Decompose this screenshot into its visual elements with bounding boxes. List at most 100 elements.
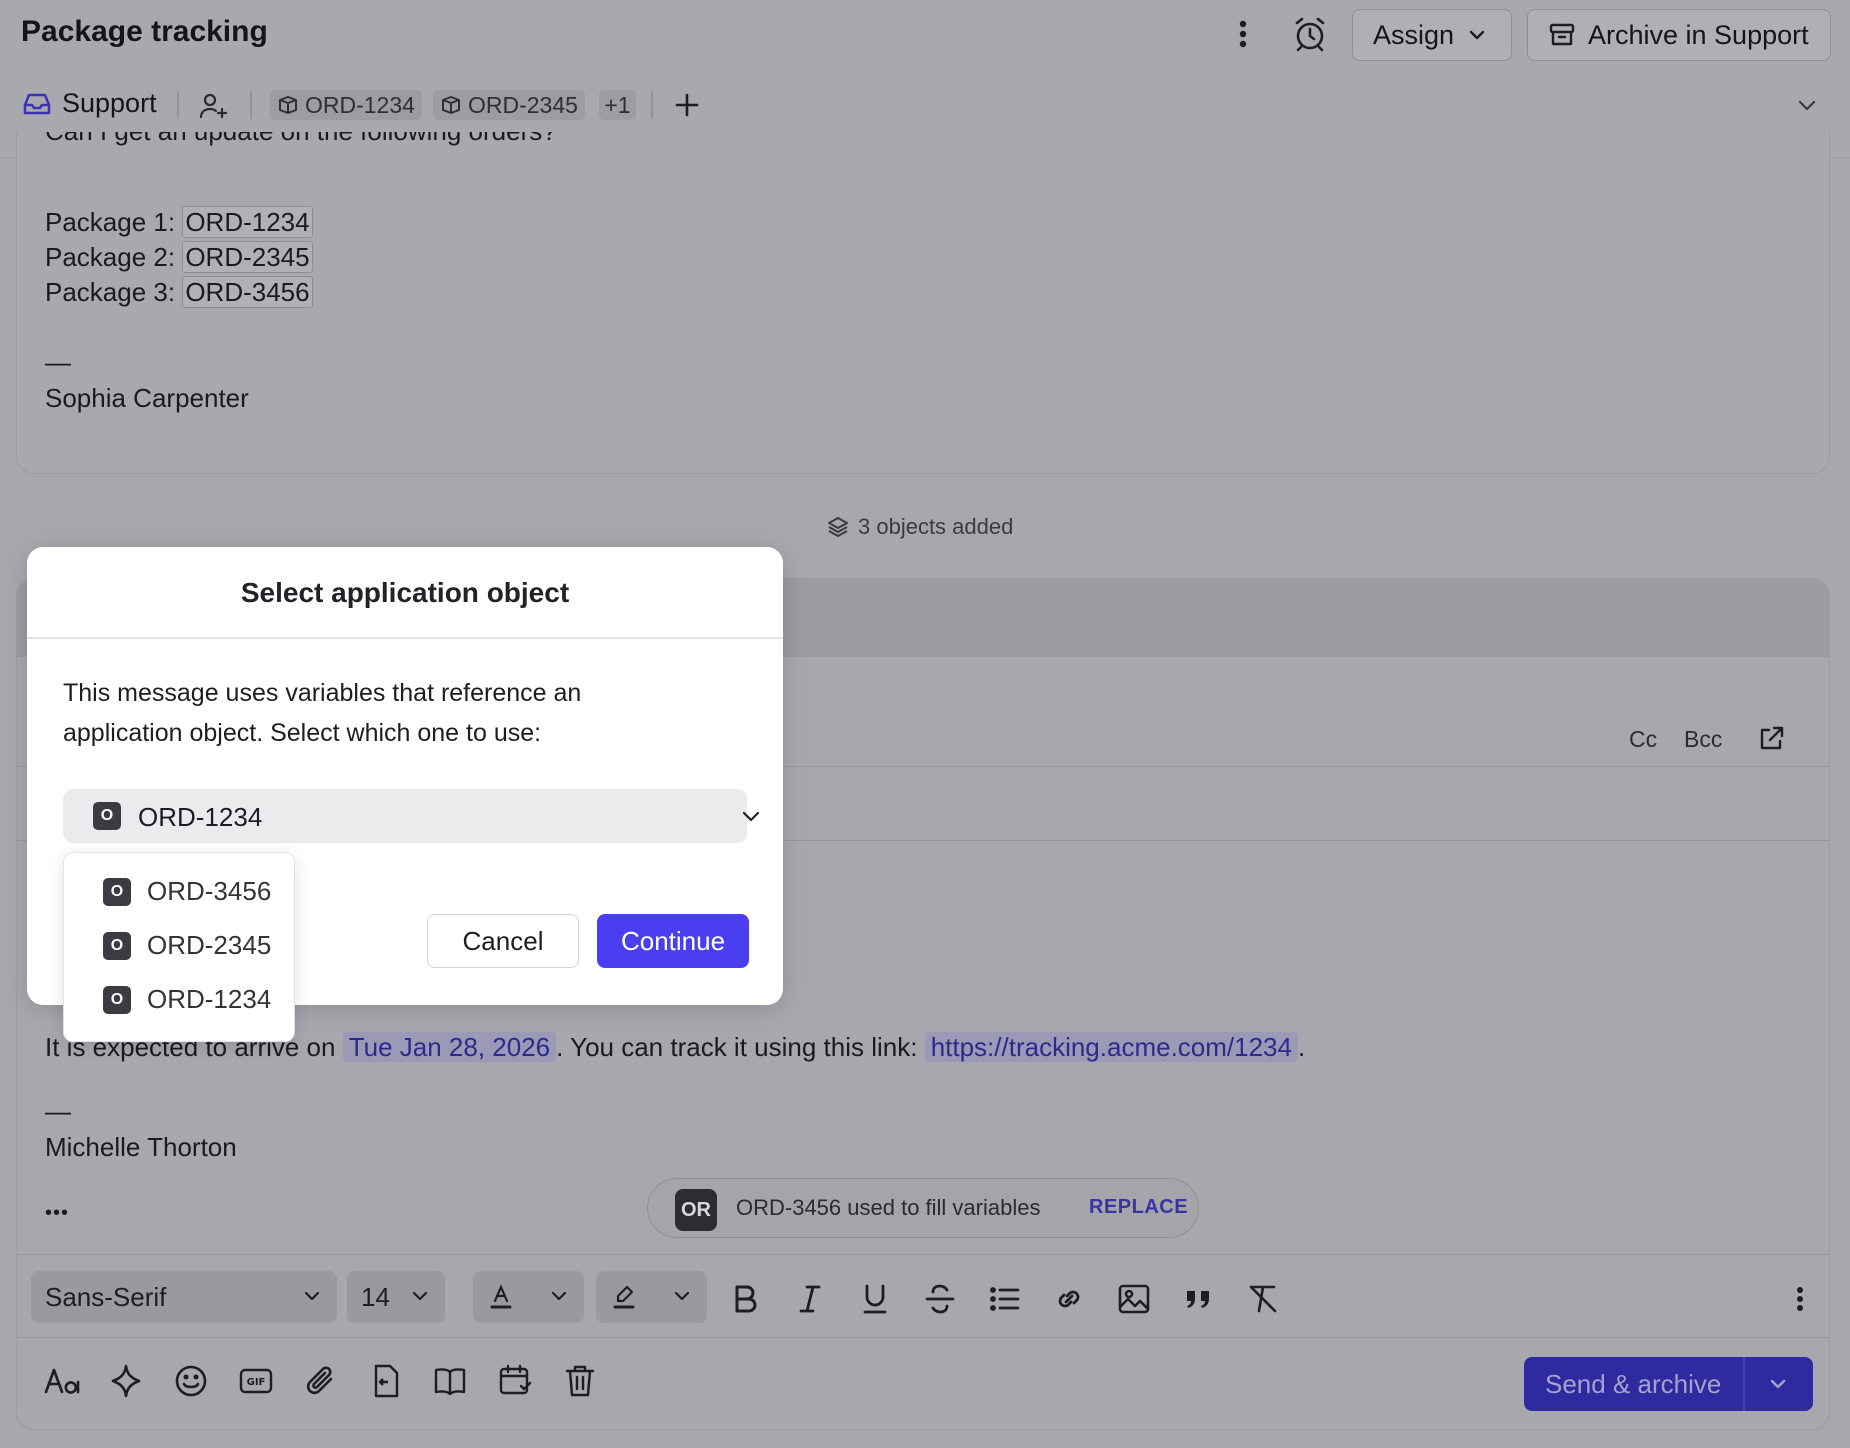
text-format-icon[interactable] — [43, 1362, 81, 1400]
signature: Sophia Carpenter — [45, 383, 249, 413]
send-and-archive-button[interactable]: Send & archive — [1524, 1357, 1813, 1411]
dropdown-option[interactable]: O ORD-2345 — [103, 930, 271, 961]
emoji-icon[interactable] — [172, 1362, 210, 1400]
italic-icon[interactable] — [792, 1281, 828, 1317]
option-label: ORD-2345 — [147, 930, 272, 960]
inbox-label: Support — [62, 88, 157, 118]
add-user-icon[interactable] — [197, 90, 229, 122]
page-title: Package tracking — [21, 15, 268, 48]
message-line: Can I get an update on the following ord… — [45, 132, 557, 149]
link-icon[interactable] — [1051, 1281, 1087, 1317]
quote-icon[interactable] — [1181, 1281, 1217, 1317]
chevron-down-icon — [409, 1285, 431, 1307]
object-select[interactable]: O ORD-1234 — [63, 789, 760, 843]
dropdown-option[interactable]: O ORD-3456 — [103, 876, 271, 907]
order-tag[interactable]: ORD-1234 — [182, 206, 313, 238]
inbox-icon — [22, 91, 52, 117]
archive-icon — [1548, 21, 1576, 49]
package-line: Package 3: ORD-3456 — [45, 275, 313, 310]
option-label: ORD-3456 — [147, 876, 272, 906]
modal-title: Select application object — [240, 577, 570, 608]
sparkle-ai-icon[interactable] — [107, 1362, 145, 1400]
divider — [177, 91, 179, 119]
order-tag[interactable]: ORD-3456 — [182, 276, 313, 308]
body-text: . You can track it using this link: — [556, 1032, 925, 1062]
delete-trash-icon[interactable] — [561, 1362, 599, 1400]
popout-icon[interactable] — [1756, 724, 1786, 754]
variables-fill-banner: OR ORD-3456 used to fill variables REPLA… — [647, 1178, 1199, 1238]
strikethrough-icon[interactable] — [922, 1281, 958, 1317]
text-color-icon — [487, 1283, 515, 1311]
snooze-alarm-icon[interactable] — [1290, 14, 1330, 54]
more-options-icon[interactable] — [1228, 14, 1258, 54]
replace-button[interactable]: REPLACE — [1089, 1196, 1188, 1219]
object-dropdown: O ORD-3456 O ORD-2345 O ORD-1234 — [63, 852, 295, 1042]
object-chip[interactable]: ORD-1234 — [270, 90, 422, 120]
chevron-down-icon — [1466, 24, 1488, 46]
tracking-link-variable[interactable]: https://tracking.acme.com/1234 — [924, 1032, 1298, 1062]
divider — [651, 91, 653, 119]
more-options-icon[interactable] — [1788, 1281, 1812, 1317]
chevron-down-icon — [301, 1285, 323, 1307]
modal-description: This message uses variables that referen… — [63, 679, 582, 747]
option-label: ORD-1234 — [147, 984, 272, 1014]
clear-formatting-icon[interactable] — [1245, 1281, 1281, 1317]
object-chip[interactable]: ORD-2345 — [433, 90, 585, 120]
object-icon: O — [103, 985, 131, 1014]
font-family-select[interactable]: Sans-Serif — [31, 1271, 337, 1323]
package-icon — [440, 94, 462, 116]
text-color-select[interactable] — [473, 1271, 584, 1323]
template-reply-icon[interactable] — [367, 1362, 405, 1400]
objects-added-notice: 3 objects added — [826, 514, 1013, 540]
package-line: Package 1: ORD-1234 — [45, 205, 313, 240]
chip-label: ORD-2345 — [468, 91, 578, 118]
chip-label: ORD-1234 — [305, 91, 415, 118]
attachment-icon[interactable] — [302, 1362, 340, 1400]
archive-label: Archive in Support — [1588, 19, 1809, 50]
collapse-chevron-icon[interactable] — [1794, 92, 1820, 118]
svg-text:GIF: GIF — [247, 1377, 266, 1388]
gif-icon[interactable]: GIF — [237, 1362, 275, 1400]
font-size-select[interactable]: 14 — [347, 1271, 445, 1323]
chevron-down-icon[interactable] — [1765, 1371, 1791, 1397]
continue-button[interactable]: Continue — [597, 914, 749, 968]
schedule-calendar-icon[interactable] — [496, 1362, 534, 1400]
object-icon: O — [93, 802, 121, 830]
chevron-down-icon — [671, 1285, 693, 1307]
assign-button[interactable]: Assign — [1352, 9, 1512, 61]
dropdown-option[interactable]: O ORD-1234 — [103, 984, 271, 1015]
package-label: Package 1: — [45, 207, 183, 237]
knowledge-book-icon[interactable] — [431, 1362, 469, 1400]
add-icon[interactable] — [671, 89, 703, 121]
send-label: Send & archive — [1545, 1369, 1722, 1399]
bold-icon[interactable] — [727, 1281, 763, 1317]
package-line: Package 2: ORD-2345 — [45, 240, 313, 275]
inbox-support[interactable]: Support — [22, 88, 157, 119]
objects-added-label: 3 objects added — [858, 514, 1014, 539]
divider — [27, 637, 783, 639]
object-icon: O — [103, 931, 131, 960]
date-variable[interactable]: Tue Jan 28, 2026 — [342, 1032, 557, 1062]
font-size-value: 14 — [361, 1281, 390, 1312]
cancel-button[interactable]: Cancel — [427, 914, 579, 968]
message-partial-line: Can I get an update on the following ord… — [45, 132, 557, 162]
show-quoted-ellipsis[interactable]: ••• — [45, 1196, 69, 1231]
font-family-value: Sans-Serif — [45, 1281, 167, 1312]
selected-object: ORD-1234 — [138, 802, 263, 832]
image-icon[interactable] — [1116, 1281, 1152, 1317]
bullet-list-icon[interactable] — [986, 1281, 1022, 1317]
divider — [1743, 1357, 1745, 1411]
chevron-down-icon — [739, 804, 763, 828]
cc-button[interactable]: Cc — [1629, 726, 1657, 753]
highlight-color-select[interactable] — [596, 1271, 707, 1323]
bcc-button[interactable]: Bcc — [1684, 726, 1722, 753]
signature: Michelle Thorton — [45, 1132, 237, 1162]
highlighter-icon — [610, 1283, 638, 1311]
archive-button[interactable]: Archive in Support — [1527, 9, 1831, 61]
assign-label: Assign — [1373, 19, 1455, 50]
chevron-down-icon — [548, 1285, 570, 1307]
more-objects-chip[interactable]: +1 — [599, 90, 636, 120]
underline-icon[interactable] — [857, 1281, 893, 1317]
divider — [250, 91, 252, 119]
order-tag[interactable]: ORD-2345 — [182, 241, 313, 273]
